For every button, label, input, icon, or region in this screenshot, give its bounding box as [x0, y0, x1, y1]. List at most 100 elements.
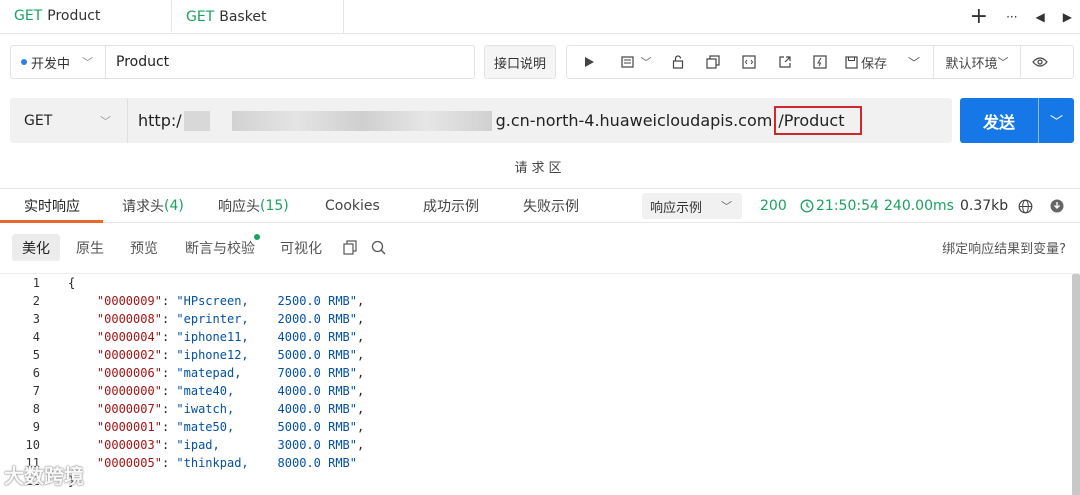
note-menu-icon[interactable]: ﹀ — [611, 45, 661, 79]
view-tab-preview[interactable]: 预览 — [130, 234, 158, 261]
response-example-select[interactable]: 响应示例 ﹀ — [642, 193, 742, 219]
tab-response-headers[interactable]: 响应头 (15) — [218, 189, 289, 223]
json-key: "0000000" — [96, 384, 162, 398]
scroll-left-icon[interactable]: ◀ — [1036, 9, 1045, 25]
url-host: g.cn-north-4.huaweicloudapis.com — [495, 111, 773, 130]
chevron-down-icon: ﹀ — [100, 114, 111, 128]
status-select[interactable]: 开发中 ﹀ — [10, 45, 106, 79]
code-line: "0000001": "mate50, 5000.0 RMB", — [68, 418, 364, 436]
comma: , — [357, 294, 365, 308]
colon: : — [161, 438, 177, 452]
eye-icon[interactable] — [1021, 45, 1059, 79]
line-number: 8 — [32, 402, 40, 416]
send-label: 发送 — [982, 112, 1015, 132]
watermark: 大数跨境 — [4, 464, 84, 488]
code-line: } — [68, 472, 364, 490]
more-icon[interactable]: ··· — [1006, 9, 1017, 25]
scroll-right-icon[interactable]: ▶ — [1063, 9, 1072, 25]
share-icon[interactable] — [767, 45, 803, 79]
tab-method: GET — [14, 7, 43, 24]
response-tab-bar: 实时响应 请求头 (4) 响应头 (15) Cookies 成功示例 失败示例 响应… — [0, 188, 1080, 223]
tab-label: 请求头 — [122, 199, 164, 215]
line-number: 5 — [32, 348, 40, 362]
line-number: 6 — [32, 366, 40, 380]
json-key: "0000003" — [96, 438, 162, 452]
tab-request-headers[interactable]: 请求头 (4) — [122, 189, 184, 223]
status-dot — [21, 59, 27, 65]
view-tab-raw[interactable]: 原生 — [76, 234, 104, 261]
status-label: 开发中 — [31, 56, 71, 72]
code-line: { — [68, 274, 364, 292]
tab-cookies[interactable]: Cookies — [325, 189, 380, 223]
download-icon[interactable] — [1050, 189, 1064, 223]
colon: : — [161, 312, 177, 326]
json-value: "iphone12, 5000.0 RMB" — [176, 348, 358, 362]
chevron-down-icon: ﹀ — [721, 200, 732, 213]
json-key: "0000009" — [96, 294, 162, 308]
copy-response-icon[interactable] — [343, 234, 357, 261]
bind-response-variable-link[interactable]: 绑定响应结果到变量? — [942, 234, 1066, 261]
line-number: 2 — [32, 294, 40, 308]
code-line: "0000005": "thinkpad, 8000.0 RMB" — [68, 454, 364, 472]
send-button[interactable]: 发送 ﹀ — [960, 98, 1074, 143]
run-icon[interactable] — [567, 45, 611, 79]
request-name-input[interactable] — [105, 45, 475, 79]
tab-method: GET — [186, 8, 215, 25]
json-value: "ipad, 3000.0 RMB" — [176, 438, 358, 452]
send-menu-chevron-icon[interactable]: ﹀ — [1038, 98, 1074, 143]
environment-label: 默认环境 — [945, 56, 998, 72]
tab-label: Cookies — [325, 198, 380, 214]
request-area-caption: 请求区 — [514, 161, 566, 176]
code-line: "0000004": "iphone11, 4000.0 RMB", — [68, 328, 364, 346]
colon: : — [161, 402, 177, 416]
url-input[interactable]: http:/ g.cn-north-4.huaweicloudapis.com … — [138, 98, 863, 143]
colon: : — [161, 294, 177, 308]
tab-success-example[interactable]: 成功示例 — [423, 189, 479, 223]
search-icon[interactable] — [371, 234, 386, 261]
method-select[interactable]: GET ﹀ — [10, 98, 128, 143]
line-number: 7 — [32, 384, 40, 398]
code-lines: { "0000009": "HPscreen, 2500.0 RMB", "00… — [68, 274, 364, 490]
tab-realtime-response[interactable]: 实时响应 — [24, 189, 80, 223]
vertical-scrollbar[interactable] — [1072, 274, 1080, 495]
url-prefix: http:/ — [138, 111, 182, 130]
add-tab-icon[interactable]: + — [970, 6, 988, 28]
redacted-block — [183, 110, 210, 131]
request-tab-product[interactable]: GET Product — [0, 0, 172, 33]
view-tab-visualize[interactable]: 可视化 — [280, 234, 322, 261]
line-number: 1 — [32, 276, 40, 290]
code-line: "0000008": "eprinter, 2000.0 RMB", — [68, 310, 364, 328]
save-menu-chevron-icon[interactable]: ﹀ — [895, 45, 933, 79]
request-toolbar: 开发中 ﹀ 接口说明 ﹀ 保存 ﹀ — [10, 45, 1074, 79]
colon: : — [161, 330, 177, 344]
tab-failure-example[interactable]: 失败示例 — [523, 189, 579, 223]
url-path-highlight: /Product — [774, 106, 863, 135]
colon: : — [161, 420, 177, 434]
view-tab-assertions[interactable]: 断言与校验 — [185, 234, 255, 261]
clock-icon — [800, 199, 814, 213]
api-doc-button[interactable]: 接口说明 — [484, 45, 556, 79]
code-icon[interactable] — [731, 45, 767, 79]
code-line: "0000006": "matepad, 7000.0 RMB", — [68, 364, 364, 382]
unlock-icon[interactable] — [661, 45, 695, 79]
view-tab-pretty[interactable]: 美化 — [12, 234, 60, 261]
line-number: 4 — [32, 330, 40, 344]
json-value: "matepad, 7000.0 RMB" — [176, 366, 358, 380]
tab-label: 失败示例 — [523, 199, 579, 215]
environment-select[interactable]: 默认环境 ﹀ — [934, 45, 1020, 79]
json-key: "0000001" — [96, 420, 162, 434]
copy-icon[interactable] — [695, 45, 731, 79]
json-value: "iwatch, 4000.0 RMB" — [176, 402, 358, 416]
response-body-editor[interactable]: 1 2 3 4 5 6 7 8 9 10 11 12 { "0000009": "HPscreen, … — [0, 273, 1080, 495]
request-tab-basket[interactable]: GET Basket — [172, 0, 344, 33]
save-button[interactable]: 保存 — [837, 45, 895, 79]
flash-icon[interactable] — [803, 45, 837, 79]
globe-icon[interactable] — [1018, 189, 1033, 223]
comma: , — [357, 366, 365, 380]
json-key: "0000002" — [96, 348, 162, 362]
url-bar: GET ﹀ http:/ g.cn-north-4.huaweicloudapi… — [10, 98, 952, 143]
